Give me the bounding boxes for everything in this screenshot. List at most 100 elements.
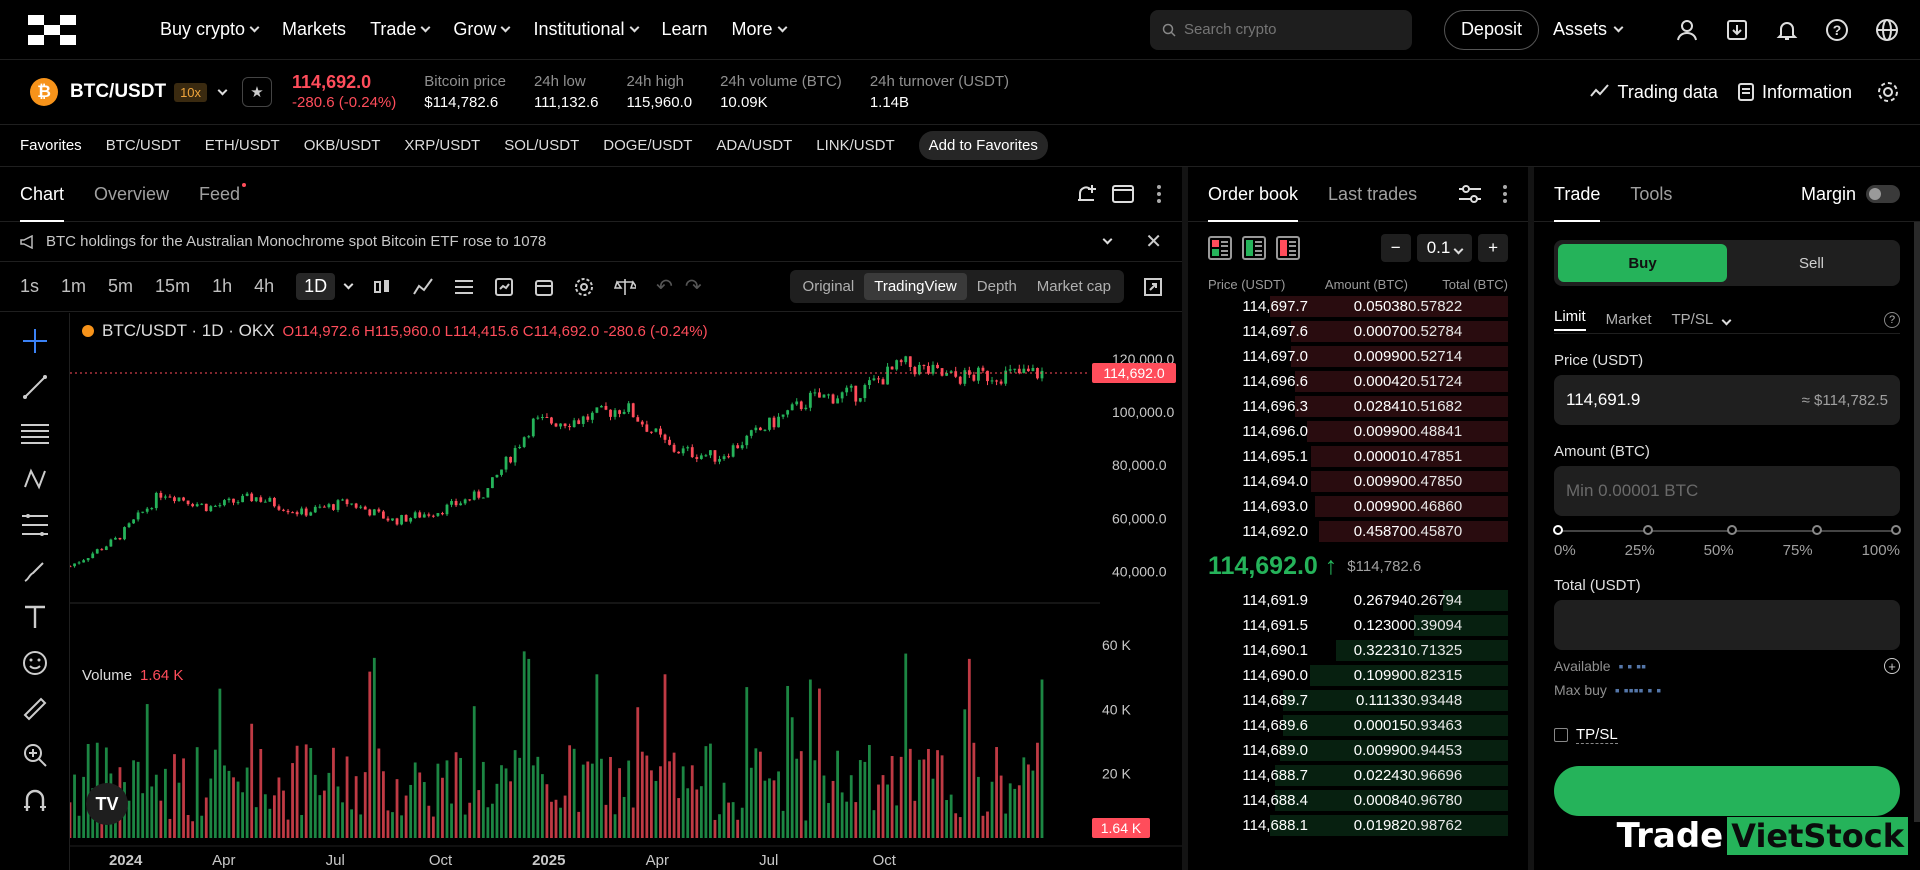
redo-icon[interactable]: ↷ [685,274,702,299]
ask-row[interactable]: 114,696.6 0.00042 0.51724 [1188,369,1528,394]
timeframe-1s[interactable]: 1s [20,276,39,297]
ask-row[interactable]: 114,696.3 0.02841 0.51682 [1188,394,1528,419]
book-bids-icon[interactable] [1242,236,1266,260]
view-depth[interactable]: Depth [967,273,1027,300]
text-tool-icon[interactable] [18,603,52,631]
step-minus-button[interactable]: − [1380,234,1411,262]
order-type-tpsl[interactable]: TP/SL [1672,311,1732,328]
price-chart[interactable]: 120,000.0 100,000.0 80,000.0 60,000.0 40,000… [70,313,1182,870]
ask-row[interactable]: 114,696.0 0.00990 0.48841 [1188,419,1528,444]
ask-row[interactable]: 114,694.0 0.00990 0.47850 [1188,469,1528,494]
information-link[interactable]: Information [1762,82,1852,103]
list-icon[interactable] [454,278,474,296]
timeframe-4h[interactable]: 4h [254,276,274,297]
bell-icon[interactable] [1774,17,1800,43]
bid-row[interactable]: 114,689.7 0.11133 0.93448 [1188,688,1528,713]
bid-row[interactable]: 114,691.5 0.12300 0.39094 [1188,613,1528,638]
trading-data-link[interactable]: Trading data [1618,82,1718,103]
favorite-pair-link-usdt[interactable]: LINK/USDT [816,137,894,154]
scrollbar[interactable] [1914,222,1920,822]
ask-row[interactable]: 114,697.0 0.00990 0.52714 [1188,344,1528,369]
more-vertical-icon[interactable] [1502,184,1508,204]
stat-label[interactable]: Bitcoin price [424,71,506,92]
bid-row[interactable]: 114,690.0 0.10990 0.82315 [1188,663,1528,688]
bid-row[interactable]: 114,688.7 0.02243 0.96696 [1188,763,1528,788]
ask-row[interactable]: 114,697.6 0.00070 0.52784 [1188,319,1528,344]
globe-icon[interactable] [1874,17,1900,43]
close-icon[interactable]: ✕ [1145,229,1162,254]
chevron-down-icon[interactable] [217,85,228,95]
add-alert-icon[interactable] [1076,183,1098,205]
ask-row[interactable]: 114,695.1 0.00001 0.47851 [1188,444,1528,469]
favorite-star-button[interactable]: ★ [242,77,273,107]
favorite-pair-ada-usdt[interactable]: ADA/USDT [716,137,792,154]
timeframe-1m[interactable]: 1m [61,276,86,297]
bid-row[interactable]: 114,691.9 0.26794 0.26794 [1188,588,1528,613]
step-plus-button[interactable]: + [1478,234,1508,262]
nav-item-buy-crypto[interactable]: Buy crypto [160,19,260,40]
bid-row[interactable]: 114,689.6 0.00015 0.93463 [1188,713,1528,738]
total-input[interactable] [1566,615,1888,635]
emoji-icon[interactable] [18,649,52,677]
user-icon[interactable] [1674,17,1700,43]
ask-row[interactable]: 114,697.7 0.05038 0.57822 [1188,294,1528,319]
add-funds-icon[interactable]: + [1884,658,1900,674]
margin-toggle[interactable] [1866,185,1900,203]
favorite-pair-eth-usdt[interactable]: ETH/USDT [205,137,280,154]
tab-last-trades[interactable]: Last trades [1328,167,1417,222]
search-box[interactable] [1149,9,1412,50]
settings-gear-icon[interactable] [1876,80,1900,104]
favorite-pair-sol-usdt[interactable]: SOL/USDT [504,137,579,154]
favorite-pair-xrp-usdt[interactable]: XRP/USDT [404,137,480,154]
tab-tools[interactable]: Tools [1630,167,1672,222]
sell-tab[interactable]: Sell [1727,244,1896,282]
undo-icon[interactable]: ↶ [656,274,673,299]
horizontal-lines-icon[interactable] [18,419,52,447]
tab-feed[interactable]: Feed [199,167,247,222]
timeframe-5m[interactable]: 5m [108,276,133,297]
view-original[interactable]: Original [793,273,865,300]
bid-row[interactable]: 114,690.1 0.32231 0.71325 [1188,638,1528,663]
view-tradingview[interactable]: TradingView [864,273,967,300]
zoom-in-icon[interactable] [18,741,52,769]
more-vertical-icon[interactable] [1156,184,1162,204]
assets-menu[interactable]: Assets [1553,19,1624,40]
total-field[interactable] [1554,600,1900,650]
trend-line-icon[interactable] [18,373,52,401]
book-both-icon[interactable] [1208,236,1232,260]
announcement-bar[interactable]: BTC holdings for the Australian Monochro… [0,222,1182,262]
favorite-pair-okb-usdt[interactable]: OKB/USDT [304,137,381,154]
buy-tab[interactable]: Buy [1558,244,1727,282]
nav-item-more[interactable]: More [732,19,788,40]
tab-trade[interactable]: Trade [1554,167,1601,222]
chart-settings-icon[interactable] [574,277,594,297]
slider-knob[interactable] [1553,525,1563,535]
magnet-icon[interactable] [18,787,52,815]
timeframe-1D[interactable]: 1D [296,273,336,300]
bid-row[interactable]: 114,689.0 0.00990 0.94453 [1188,738,1528,763]
help-icon[interactable]: ? [1884,311,1900,328]
fullscreen-icon[interactable] [1144,277,1162,296]
amount-slider[interactable] [1553,525,1901,535]
indicators-icon[interactable] [412,277,434,297]
amount-input[interactable] [1566,481,1888,501]
bid-row[interactable]: 114,688.1 0.01982 0.98762 [1188,813,1528,838]
buy-button[interactable] [1554,766,1900,816]
ask-row[interactable]: 114,693.0 0.00990 0.46860 [1188,494,1528,519]
favorites-label[interactable]: Favorites [20,137,82,154]
tpsl-checkbox[interactable] [1554,728,1568,742]
chevron-down-icon[interactable] [1102,234,1113,245]
fib-icon[interactable] [18,511,52,539]
help-icon[interactable]: ? [1824,17,1850,43]
view-market-cap[interactable]: Market cap [1027,273,1121,300]
templates-icon[interactable] [494,277,514,297]
filter-sliders-icon[interactable] [1458,184,1482,204]
price-input[interactable] [1566,390,1802,410]
ruler-icon[interactable] [18,695,52,723]
chart-svg[interactable]: 120,000.0100,000.080,000.060,000.040,000… [70,313,1182,870]
nav-item-learn[interactable]: Learn [662,19,708,40]
layout-icon[interactable] [1112,185,1134,203]
nav-item-markets[interactable]: Markets [282,19,346,40]
price-field[interactable]: ≈ $114,782.5 [1554,375,1900,425]
bid-row[interactable]: 114,688.4 0.00084 0.96780 [1188,788,1528,813]
